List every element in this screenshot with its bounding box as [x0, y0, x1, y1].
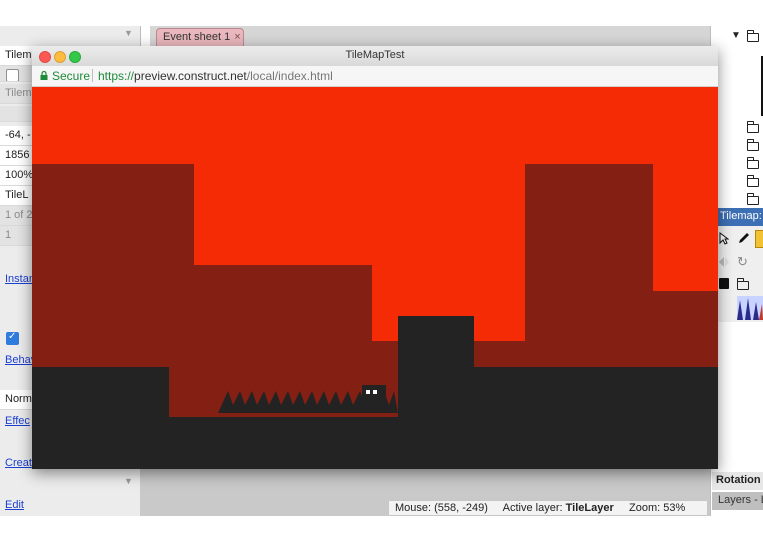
player-character: [362, 385, 386, 413]
address-bar[interactable]: Secure https://preview.construct.net/loc…: [32, 66, 718, 87]
folder-icon[interactable]: [747, 139, 759, 151]
mouse-coordinates: (558, -249): [434, 502, 488, 514]
url-path: /local/index.html: [246, 69, 333, 83]
zoom-label: Zoom:: [629, 502, 661, 514]
tab-layers[interactable]: Layers - L: [712, 492, 763, 510]
game-canvas[interactable]: [32, 87, 718, 469]
url-host: preview.construct.net: [134, 69, 247, 83]
tileset-preview[interactable]: [737, 296, 763, 320]
checkbox[interactable]: [6, 69, 19, 81]
window-titlebar[interactable]: TileMapTest: [32, 46, 718, 67]
bottom-strip: [0, 516, 763, 541]
folder-icon[interactable]: [747, 121, 759, 133]
tilemap-bar-header: Tilemap: T: [717, 208, 763, 226]
rotation-section-header: Rotation: [712, 472, 763, 490]
scroll-up-icon[interactable]: ▼: [124, 28, 133, 38]
lock-icon: [40, 71, 48, 80]
tab-event-sheet-1[interactable]: Event sheet 1 ×: [156, 28, 244, 46]
flip-icon[interactable]: [718, 256, 730, 268]
folder-icon[interactable]: [747, 175, 759, 187]
status-bar: Mouse: (558, -249) Active layer: TileLay…: [388, 500, 708, 516]
secure-label: Secure: [52, 69, 91, 83]
scroll-down-icon[interactable]: ▼: [124, 476, 133, 486]
zoom-value: 53%: [663, 502, 686, 514]
edit-link[interactable]: Edit: [0, 496, 140, 516]
close-icon[interactable]: ×: [234, 31, 240, 43]
editor-top-strip: [0, 0, 763, 26]
active-layer-value: TileLayer: [565, 502, 614, 514]
tab-label: Event sheet 1: [163, 31, 231, 43]
folder-icon[interactable]: [747, 157, 759, 169]
pencil-icon[interactable]: [737, 232, 750, 245]
rotate-icon[interactable]: ↻: [737, 254, 748, 270]
folder-icon[interactable]: [737, 278, 749, 290]
select-arrow-icon[interactable]: [719, 232, 729, 245]
url-separator: [92, 69, 93, 82]
url-text[interactable]: https://preview.construct.net/local/inde…: [98, 69, 333, 83]
folder-icon[interactable]: [747, 193, 759, 205]
url-protocol: https://: [98, 69, 135, 83]
window-title: TileMapTest: [345, 49, 405, 61]
triangle-down-icon[interactable]: ▼: [731, 30, 741, 41]
checkbox-checked[interactable]: [6, 331, 19, 345]
folder-icon[interactable]: [747, 30, 759, 42]
save-icon[interactable]: [719, 278, 729, 289]
mouse-label: Mouse:: [395, 502, 432, 514]
eraser-icon[interactable]: [755, 230, 763, 248]
active-layer-label: Active layer:: [502, 502, 563, 514]
preview-browser-window: TileMapTest Secure https://preview.const…: [32, 46, 718, 469]
